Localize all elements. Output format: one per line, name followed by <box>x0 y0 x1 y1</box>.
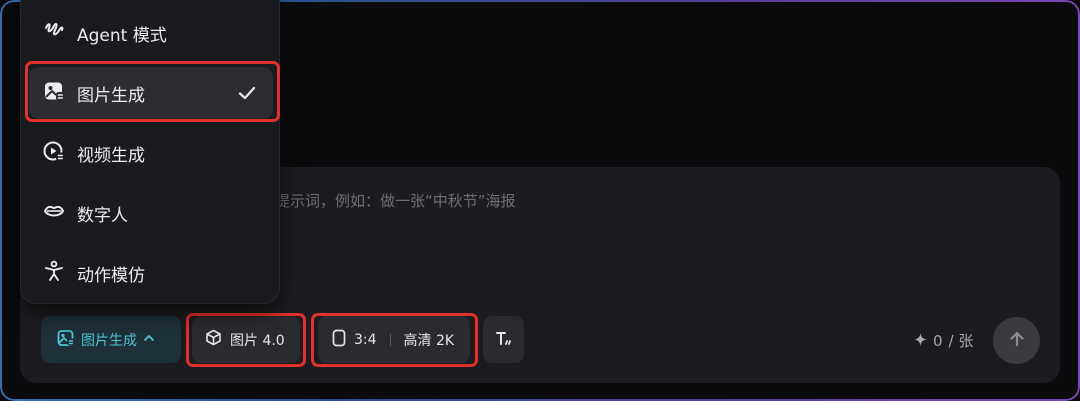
menu-item-label: Agent 模式 <box>77 25 167 46</box>
menu-item-motion-mimic[interactable]: 动作模仿 <box>29 247 273 299</box>
mode-dropdown-menu: Agent 模式 图片生成 视频生成 数字人 动作模仿 <box>20 0 280 304</box>
divider <box>389 333 391 346</box>
menu-item-label: 数字人 <box>77 205 128 226</box>
app-frame: 的提示词，例如：做一张“中秋节”海报 图片生成 图片 4.0 3:4 高清 2K <box>0 0 1080 401</box>
ratio-label: 3:4 <box>354 331 377 348</box>
text-style-button[interactable] <box>483 316 524 363</box>
menu-item-digital-human[interactable]: 数字人 <box>29 187 273 239</box>
portrait-ratio-icon <box>332 329 346 351</box>
text-format-icon <box>495 329 513 351</box>
lips-icon <box>43 200 65 227</box>
menu-item-label: 图片生成 <box>77 85 145 106</box>
sparkle-icon <box>914 332 927 350</box>
prompt-placeholder[interactable]: 的提示词，例如：做一张“中秋节”海报 <box>260 190 516 211</box>
chevron-up-icon <box>143 332 155 348</box>
menu-item-video-gen[interactable]: 视频生成 <box>29 127 273 179</box>
cube-icon <box>205 329 222 350</box>
model-selector-button[interactable]: 图片 4.0 <box>192 316 300 363</box>
model-label: 图片 4.0 <box>230 332 285 349</box>
mode-selector-button[interactable]: 图片生成 <box>41 316 181 363</box>
check-icon <box>237 83 257 108</box>
video-gen-icon <box>43 140 65 167</box>
quality-label: 高清 2K <box>403 332 455 349</box>
arrow-up-icon <box>1008 330 1026 352</box>
menu-item-label: 视频生成 <box>77 145 145 166</box>
credits-unit: / 张 <box>948 332 974 350</box>
credits-indicator: 0 / 张 <box>914 330 973 351</box>
menu-item-image-gen[interactable]: 图片生成 <box>29 67 273 119</box>
image-gen-icon <box>43 80 65 107</box>
mode-selector-label: 图片生成 <box>81 332 137 349</box>
image-gen-icon <box>57 329 75 351</box>
agent-wave-icon <box>43 20 65 47</box>
ratio-quality-button[interactable]: 3:4 高清 2K <box>318 316 470 363</box>
credits-value: 0 <box>933 331 943 350</box>
menu-item-agent[interactable]: Agent 模式 <box>29 7 273 59</box>
motion-figure-icon <box>43 260 65 287</box>
send-button[interactable] <box>993 317 1040 364</box>
menu-item-label: 动作模仿 <box>77 265 145 286</box>
